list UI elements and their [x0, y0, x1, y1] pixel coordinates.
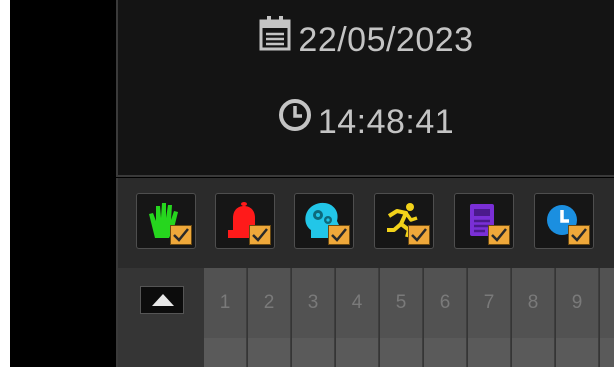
- hand-button[interactable]: [136, 193, 196, 249]
- channel-cell[interactable]: 1: [600, 268, 614, 338]
- channel-cells: 1 2 3 4 5 6 7 8 9 1: [204, 268, 614, 367]
- channel-cell[interactable]: 3: [292, 268, 335, 338]
- left-pane: [10, 0, 116, 367]
- channel-cell-empty[interactable]: [424, 338, 467, 367]
- check-icon: [408, 225, 430, 245]
- channel-cell-empty[interactable]: [556, 338, 599, 367]
- report-button[interactable]: [454, 193, 514, 249]
- schedule-button[interactable]: [534, 193, 594, 249]
- time-display: 14:48:41: [118, 98, 614, 142]
- calendar-icon: [258, 15, 292, 60]
- channel-cell[interactable]: 7: [468, 268, 511, 338]
- mind-button[interactable]: [294, 193, 354, 249]
- channel-cell-empty[interactable]: [380, 338, 423, 367]
- main-panel: 22/05/2023 14:48:41 1 2 3 4 5 6 7 8 9: [116, 0, 614, 367]
- channel-cell-empty[interactable]: [204, 338, 247, 367]
- channel-cell[interactable]: 1: [204, 268, 247, 338]
- activity-button[interactable]: [374, 193, 434, 249]
- channel-cell[interactable]: 2: [248, 268, 291, 338]
- scroll-up-button[interactable]: [140, 286, 184, 314]
- channel-cell-empty[interactable]: [248, 338, 291, 367]
- check-icon: [170, 225, 192, 245]
- app-frame: 22/05/2023 14:48:41 1 2 3 4 5 6 7 8 9: [10, 0, 614, 367]
- check-icon: [568, 225, 590, 245]
- alarm-button[interactable]: [215, 193, 275, 249]
- channel-cell[interactable]: 4: [336, 268, 379, 338]
- channel-cell[interactable]: 8: [512, 268, 555, 338]
- channel-cell[interactable]: 9: [556, 268, 599, 338]
- channel-cell[interactable]: 6: [424, 268, 467, 338]
- channel-cell-empty[interactable]: [336, 338, 379, 367]
- datetime-panel: 22/05/2023 14:48:41: [116, 0, 614, 177]
- channel-grid: 1 2 3 4 5 6 7 8 9 1: [116, 268, 614, 367]
- channel-cell[interactable]: 5: [380, 268, 423, 338]
- channel-cell-empty[interactable]: [512, 338, 555, 367]
- clock-icon: [278, 98, 312, 141]
- check-icon: [328, 225, 350, 245]
- check-icon: [249, 225, 271, 245]
- channel-cell-empty[interactable]: [468, 338, 511, 367]
- date-display: 22/05/2023: [118, 15, 614, 60]
- icon-toolbar: [116, 178, 614, 268]
- channel-cell-empty[interactable]: [600, 338, 614, 367]
- date-value: 22/05/2023: [298, 21, 474, 60]
- time-value: 14:48:41: [317, 103, 455, 142]
- channel-cell-empty[interactable]: [292, 338, 335, 367]
- check-icon: [488, 225, 510, 245]
